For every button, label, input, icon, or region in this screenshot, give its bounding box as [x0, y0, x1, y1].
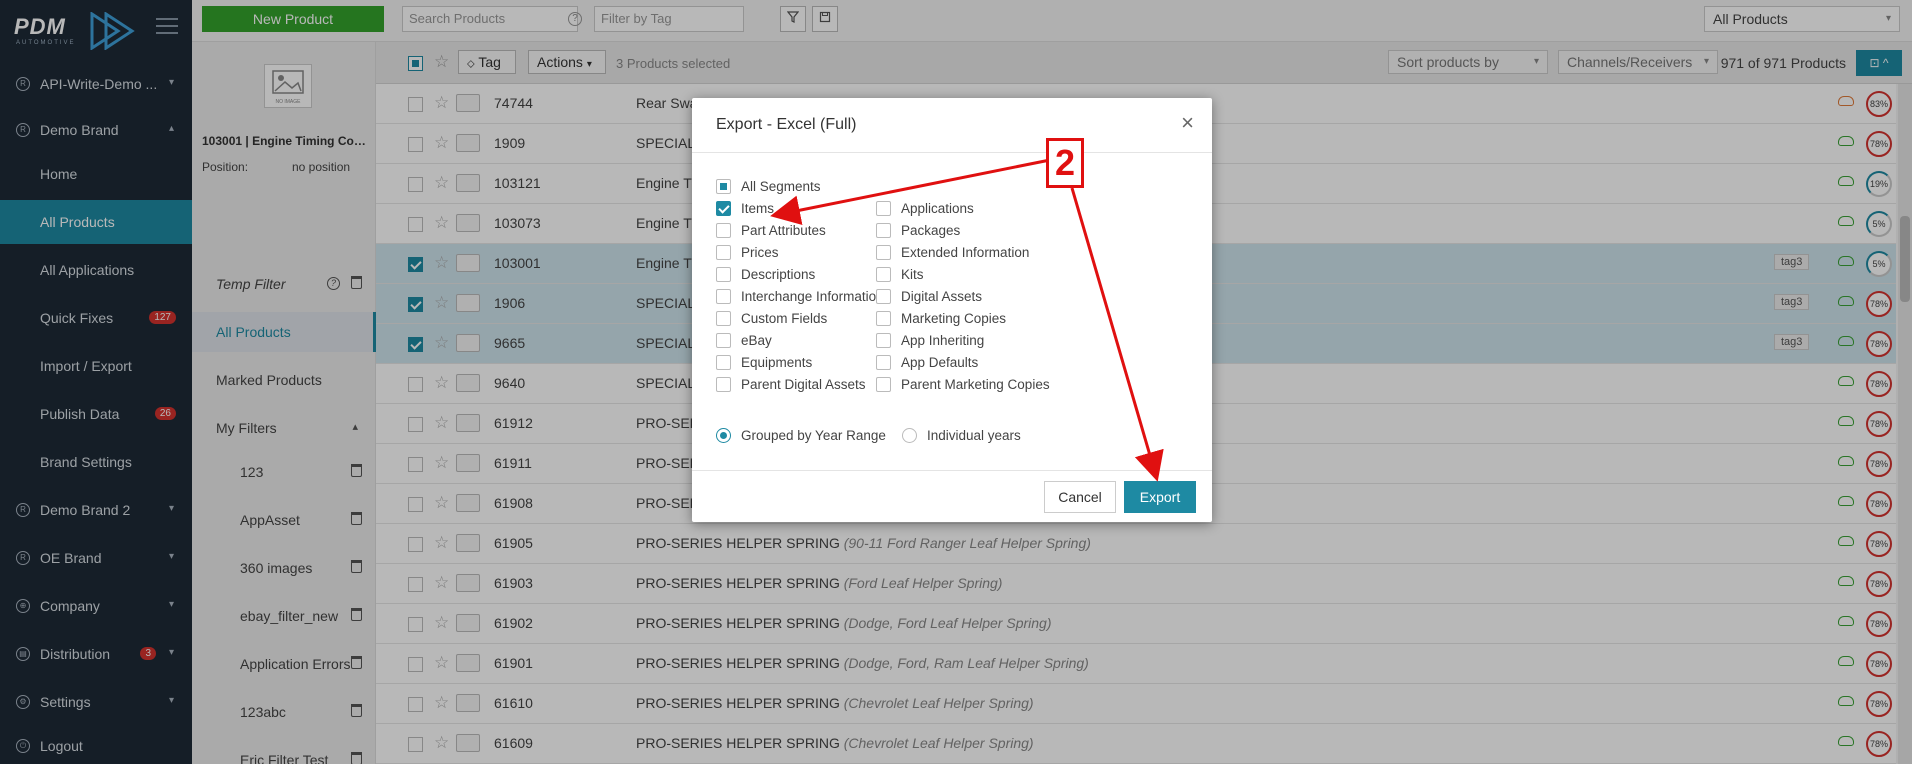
radio-grouped-label: Grouped by Year Range	[741, 427, 886, 443]
checkbox[interactable]	[876, 354, 891, 370]
segment-label: Parent Marketing Copies	[901, 376, 1050, 392]
all-segments-label: All Segments	[741, 178, 821, 194]
segment-label: Parent Digital Assets	[741, 376, 866, 392]
checkbox[interactable]	[876, 200, 891, 216]
segment-label: Items	[741, 200, 775, 216]
checkbox[interactable]	[876, 222, 891, 238]
segment-checkbox-extended-information[interactable]: Extended Information	[876, 243, 1029, 261]
segment-checkbox-custom-fields[interactable]: Custom Fields	[716, 309, 827, 327]
segment-label: eBay	[741, 332, 772, 348]
checkbox[interactable]	[876, 310, 891, 326]
segment-label: Descriptions	[741, 266, 816, 282]
segment-checkbox-app-defaults[interactable]: App Defaults	[876, 353, 978, 371]
checkbox[interactable]	[876, 376, 891, 392]
radio-selected[interactable]	[716, 427, 731, 443]
segment-checkbox-equipments[interactable]: Equipments	[716, 353, 812, 371]
checkbox[interactable]	[716, 310, 731, 326]
segment-checkbox-app-inheriting[interactable]: App Inheriting	[876, 331, 984, 349]
cancel-button[interactable]: Cancel	[1044, 481, 1116, 513]
checkbox[interactable]	[716, 266, 731, 282]
segment-label: Custom Fields	[741, 310, 828, 326]
checkbox[interactable]	[716, 222, 731, 238]
export-modal: Export - Excel (Full) × All Segments Ite…	[692, 98, 1212, 522]
segment-label: Kits	[901, 266, 924, 282]
checkbox[interactable]	[876, 244, 891, 260]
segment-checkbox-parent-marketing-copies[interactable]: Parent Marketing Copies	[876, 375, 1050, 393]
segment-checkbox-ebay[interactable]: eBay	[716, 331, 772, 349]
modal-divider	[692, 152, 1212, 153]
checkbox[interactable]	[716, 244, 731, 260]
checkbox[interactable]	[716, 200, 731, 216]
modal-divider	[692, 470, 1212, 471]
segment-checkbox-prices[interactable]: Prices	[716, 243, 779, 261]
segment-label: Marketing Copies	[901, 310, 1007, 326]
modal-title: Export - Excel (Full)	[716, 116, 857, 133]
segment-label: App Defaults	[901, 354, 979, 370]
radio-grouped-years[interactable]: Grouped by Year Range	[716, 426, 886, 444]
close-icon[interactable]: ×	[1181, 112, 1194, 134]
segment-label: Part Attributes	[741, 222, 826, 238]
segment-label: Extended Information	[901, 244, 1030, 260]
segment-label: Interchange Information	[741, 288, 884, 304]
segment-checkbox-descriptions[interactable]: Descriptions	[716, 265, 815, 283]
segment-checkbox-applications[interactable]: Applications	[876, 199, 974, 217]
segment-label: Applications	[901, 200, 974, 216]
segment-checkbox-interchange-information[interactable]: Interchange Information	[716, 287, 884, 305]
checkbox[interactable]	[716, 376, 731, 392]
segment-checkbox-packages[interactable]: Packages	[876, 221, 960, 239]
segment-checkbox-digital-assets[interactable]: Digital Assets	[876, 287, 982, 305]
checkbox[interactable]	[716, 332, 731, 348]
export-button[interactable]: Export	[1124, 481, 1196, 513]
segment-label: App Inheriting	[901, 332, 985, 348]
checkbox[interactable]	[716, 288, 731, 304]
checkbox-partial[interactable]	[716, 178, 731, 194]
all-segments-checkbox[interactable]: All Segments	[716, 177, 821, 195]
segment-checkbox-kits[interactable]: Kits	[876, 265, 924, 283]
segment-checkbox-marketing-copies[interactable]: Marketing Copies	[876, 309, 1006, 327]
checkbox[interactable]	[716, 354, 731, 370]
segment-checkbox-parent-digital-assets[interactable]: Parent Digital Assets	[716, 375, 866, 393]
annotation-step-number: 2	[1046, 138, 1084, 188]
radio-individual-label: Individual years	[927, 427, 1021, 443]
radio-individual-years[interactable]: Individual years	[902, 426, 1021, 444]
segment-label: Packages	[901, 222, 961, 238]
checkbox[interactable]	[876, 288, 891, 304]
segment-checkbox-items[interactable]: Items	[716, 199, 774, 217]
segment-label: Equipments	[741, 354, 813, 370]
checkbox[interactable]	[876, 332, 891, 348]
checkbox[interactable]	[876, 266, 891, 282]
segment-checkbox-part-attributes[interactable]: Part Attributes	[716, 221, 826, 239]
segment-label: Digital Assets	[901, 288, 983, 304]
radio-unselected[interactable]	[902, 427, 917, 443]
segment-label: Prices	[741, 244, 779, 260]
